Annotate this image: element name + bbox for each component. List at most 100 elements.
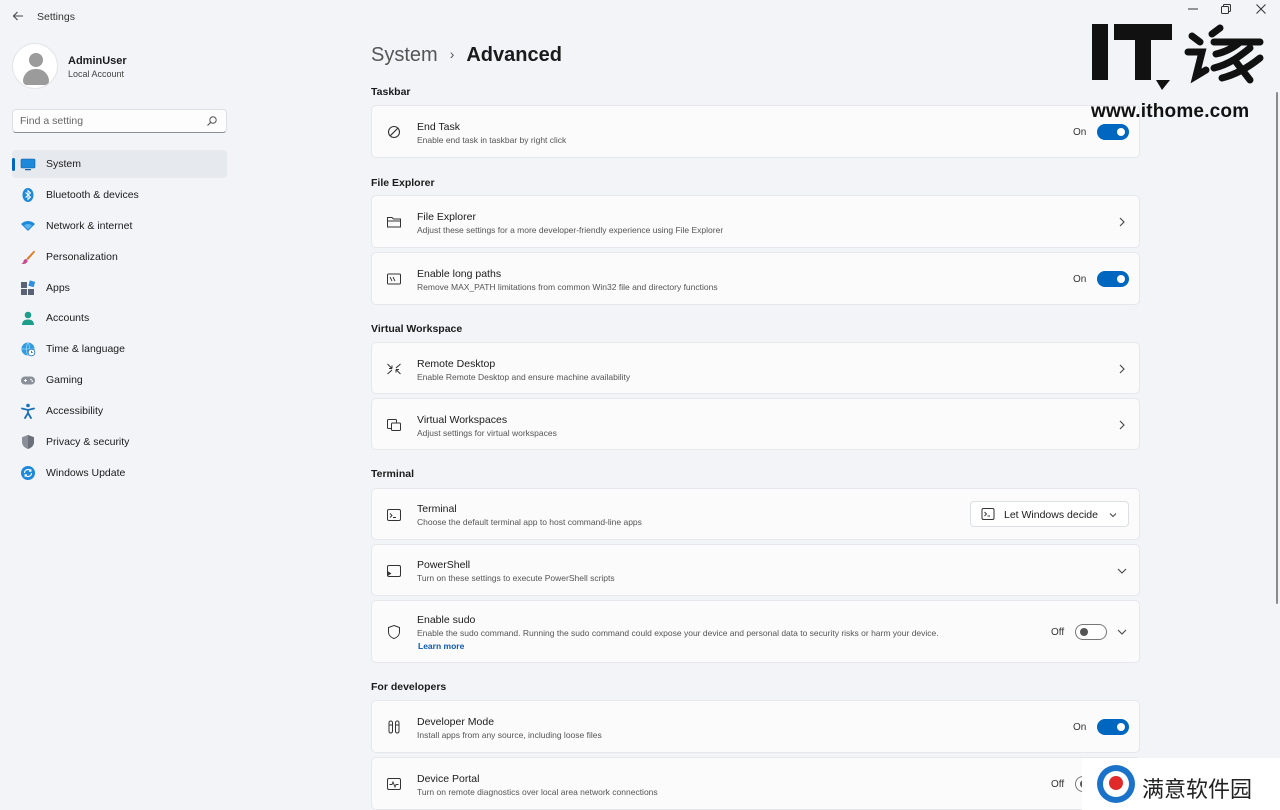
device-portal-card[interactable]: Device Portal Turn on remote diagnostics… (371, 757, 1140, 810)
breadcrumb-separator: › (449, 46, 455, 62)
watermark-url: www.ithome.com (1091, 101, 1250, 122)
close-button[interactable] (1245, 2, 1277, 22)
scrollbar[interactable] (1276, 92, 1278, 604)
sidebar-item-label: Windows Update (46, 466, 126, 479)
sidebar-item-label: Apps (46, 281, 70, 294)
page-title: Advanced (466, 44, 562, 66)
virtual-workspaces-card[interactable]: Virtual Workspaces Adjust settings for v… (371, 398, 1140, 450)
card-description: Install apps from any source, including … (417, 730, 602, 740)
chevron-down-icon[interactable] (1116, 565, 1128, 577)
breadcrumb-parent[interactable]: System (371, 44, 438, 66)
dropdown-selected-value: Let Windows decide (1004, 509, 1098, 521)
chevron-right-icon (1119, 420, 1125, 430)
toggle-state-label: On (1073, 722, 1087, 733)
long-paths-toggle[interactable] (1097, 271, 1129, 287)
sidebar-item-privacy-security[interactable]: Privacy & security (12, 428, 227, 456)
sidebar-item-windows-update[interactable]: Windows Update (12, 459, 227, 487)
user-profile[interactable]: AdminUser Local Account (12, 43, 232, 91)
sidebar-item-label: Accounts (46, 312, 90, 325)
learn-more-link[interactable]: Learn more (418, 641, 464, 651)
apps-icon (21, 279, 36, 295)
watermark-bottom-text: 满意软件园 (1142, 778, 1253, 803)
card-title: Enable sudo (417, 614, 476, 626)
card-description: Turn on these settings to execute PowerS… (417, 573, 615, 583)
gamepad-icon (21, 376, 35, 385)
terminal-card: Terminal Choose the default terminal app… (371, 488, 1140, 540)
back-arrow-icon[interactable] (8, 7, 28, 27)
remote-desktop-card[interactable]: Remote Desktop Enable Remote Desktop and… (371, 342, 1140, 394)
watermark-bottom: 满意软件园 (1082, 758, 1280, 810)
end-task-card[interactable]: End Task Enable end task in taskbar by r… (371, 105, 1140, 158)
sidebar-item-apps[interactable]: Apps (12, 274, 227, 302)
sidebar-item-label: Privacy & security (46, 436, 130, 449)
powershell-card[interactable]: PowerShell Turn on these settings to exe… (371, 544, 1140, 596)
sidebar-item-accessibility[interactable]: Accessibility (12, 397, 227, 425)
card-title: Developer Mode (417, 716, 495, 728)
toggle-state-label: Off (1051, 779, 1065, 790)
sidebar-item-label: Time & language (46, 343, 125, 356)
search-icon (207, 116, 217, 126)
toggle-state-label: Off (1051, 627, 1065, 638)
sidebar-item-label: Personalization (46, 250, 118, 263)
card-title: Device Portal (417, 773, 480, 785)
shield-icon (22, 435, 34, 450)
terminal-app-dropdown[interactable]: Let Windows decide (970, 501, 1129, 527)
brush-icon (21, 250, 35, 264)
card-title: Enable long paths (417, 268, 502, 280)
sidebar-item-accounts[interactable]: Accounts (12, 304, 227, 332)
terminal-icon (387, 509, 401, 521)
sidebar-item-network[interactable]: Network & internet (12, 212, 227, 240)
toggle-state-label: On (1073, 127, 1087, 138)
card-title: PowerShell (417, 559, 471, 571)
block-icon (387, 125, 401, 139)
chevron-down-icon[interactable] (1116, 626, 1128, 638)
sidebar-item-system[interactable]: System (12, 150, 227, 178)
update-icon (21, 465, 35, 480)
sidebar-item-bluetooth[interactable]: Bluetooth & devices (12, 181, 227, 209)
profile-name: AdminUser (68, 55, 127, 67)
sidebar-item-label: Accessibility (46, 405, 104, 418)
watermark-badge-icon (1097, 765, 1135, 803)
bluetooth-icon (22, 187, 34, 202)
accessibility-icon (21, 403, 35, 420)
breadcrumb: System › Advanced (371, 44, 562, 67)
path-window-icon (387, 273, 401, 285)
sudo-toggle[interactable] (1075, 624, 1107, 640)
sudo-card[interactable]: Enable sudo Enable the sudo command. Run… (371, 600, 1140, 663)
card-description: Adjust settings for virtual workspaces (417, 428, 557, 438)
sidebar-item-label: Network & internet (46, 219, 133, 232)
section-title-for-developers: For developers (371, 681, 447, 693)
search-box[interactable] (12, 109, 227, 133)
card-description: Enable Remote Desktop and ensure machine… (417, 372, 631, 382)
section-title-taskbar: Taskbar (371, 86, 411, 98)
developer-mode-toggle[interactable] (1097, 719, 1129, 735)
title-bar: Settings (0, 0, 1280, 34)
sidebar-nav: System Bluetooth & devices Network & int… (12, 150, 227, 490)
card-description: Turn on remote diagnostics over local ar… (417, 787, 658, 797)
sidebar-item-label: System (46, 158, 82, 170)
long-paths-card[interactable]: Enable long paths Remove MAX_PATH limita… (371, 252, 1140, 305)
end-task-toggle[interactable] (1097, 124, 1129, 140)
toggle-state-label: On (1073, 274, 1087, 285)
restore-button[interactable] (1210, 2, 1242, 22)
sidebar-item-label: Gaming (46, 374, 83, 387)
monitor-icon (20, 158, 36, 171)
profile-account-type: Local Account (68, 69, 125, 79)
sidebar-item-gaming[interactable]: Gaming (12, 366, 227, 394)
section-title-file-explorer: File Explorer (371, 177, 435, 189)
section-title-terminal: Terminal (371, 468, 414, 480)
terminal-app-icon (981, 508, 995, 520)
remote-desktop-icon (387, 363, 401, 375)
sidebar-item-time-language[interactable]: Time & language (12, 335, 227, 363)
sidebar-item-personalization[interactable]: Personalization (12, 243, 227, 271)
search-input[interactable] (20, 113, 200, 129)
minimize-button[interactable] (1177, 2, 1209, 22)
diagnostics-icon (387, 778, 401, 790)
chevron-right-icon (1119, 364, 1125, 374)
sidebar-item-label: Bluetooth & devices (46, 188, 139, 201)
file-explorer-card[interactable]: File Explorer Adjust these settings for … (371, 195, 1140, 248)
card-description: Enable the sudo command. Running the sud… (417, 628, 939, 638)
shield-outline-icon (388, 624, 400, 640)
globe-clock-icon (21, 342, 36, 357)
developer-mode-card[interactable]: Developer Mode Install apps from any sou… (371, 700, 1140, 753)
